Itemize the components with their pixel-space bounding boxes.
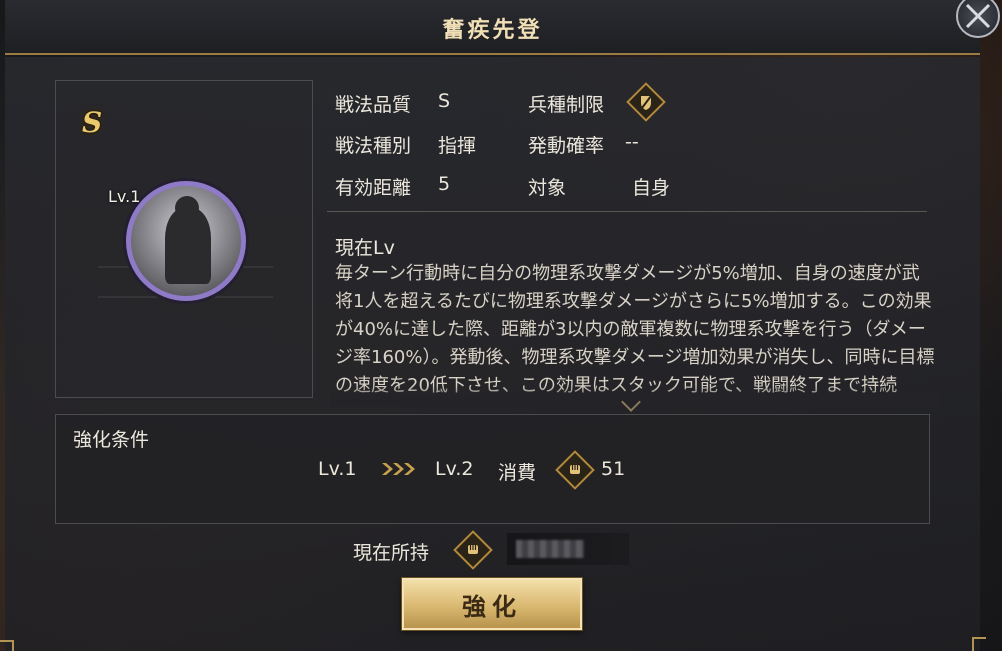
rate-value: --: [625, 131, 639, 153]
page-title: 奮疾先登: [442, 17, 543, 43]
corner-ornament: [0, 640, 14, 651]
skill-description[interactable]: 毎ターン行動時に自分の物理系攻撃ダメージが5%増加、自身の速度が武将1人を超える…: [335, 260, 935, 402]
upgrade-conditions-box: [55, 414, 930, 524]
enhance-button[interactable]: 強化: [402, 578, 582, 630]
current-level-title: 現在Lv: [335, 237, 395, 259]
rate-label: 発動確率: [528, 135, 605, 157]
owned-label: 現在所持: [353, 542, 430, 564]
target-value: 自身: [632, 177, 671, 199]
quality-label: 戦法品質: [335, 94, 412, 116]
triple-chevron-right-icon: [380, 461, 418, 482]
upgrade-conditions-title: 強化条件: [73, 429, 150, 451]
warrior-silhouette-icon: [165, 196, 211, 284]
cost-value: 51: [601, 458, 626, 480]
skill-medal: [126, 181, 246, 301]
target-label: 対象: [528, 177, 567, 199]
divider: [327, 211, 927, 212]
to-level: Lv.2: [435, 458, 474, 480]
restriction-label: 兵種制限: [528, 94, 605, 116]
medal-level-label: Lv.1: [108, 187, 141, 206]
range-value: 5: [438, 173, 451, 195]
range-label: 有効距離: [335, 177, 412, 199]
from-level: Lv.1: [318, 458, 357, 480]
cost-label: 消費: [498, 462, 537, 484]
close-icon: [965, 3, 991, 29]
corner-ornament: [972, 637, 986, 651]
owned-value-redacted: [516, 540, 584, 558]
title-bar: 奮疾先登: [5, 0, 980, 55]
grade-badge: S: [82, 106, 103, 139]
type-label: 戦法種別: [335, 135, 412, 157]
quality-value: S: [438, 90, 451, 112]
type-value: 指揮: [438, 135, 477, 157]
